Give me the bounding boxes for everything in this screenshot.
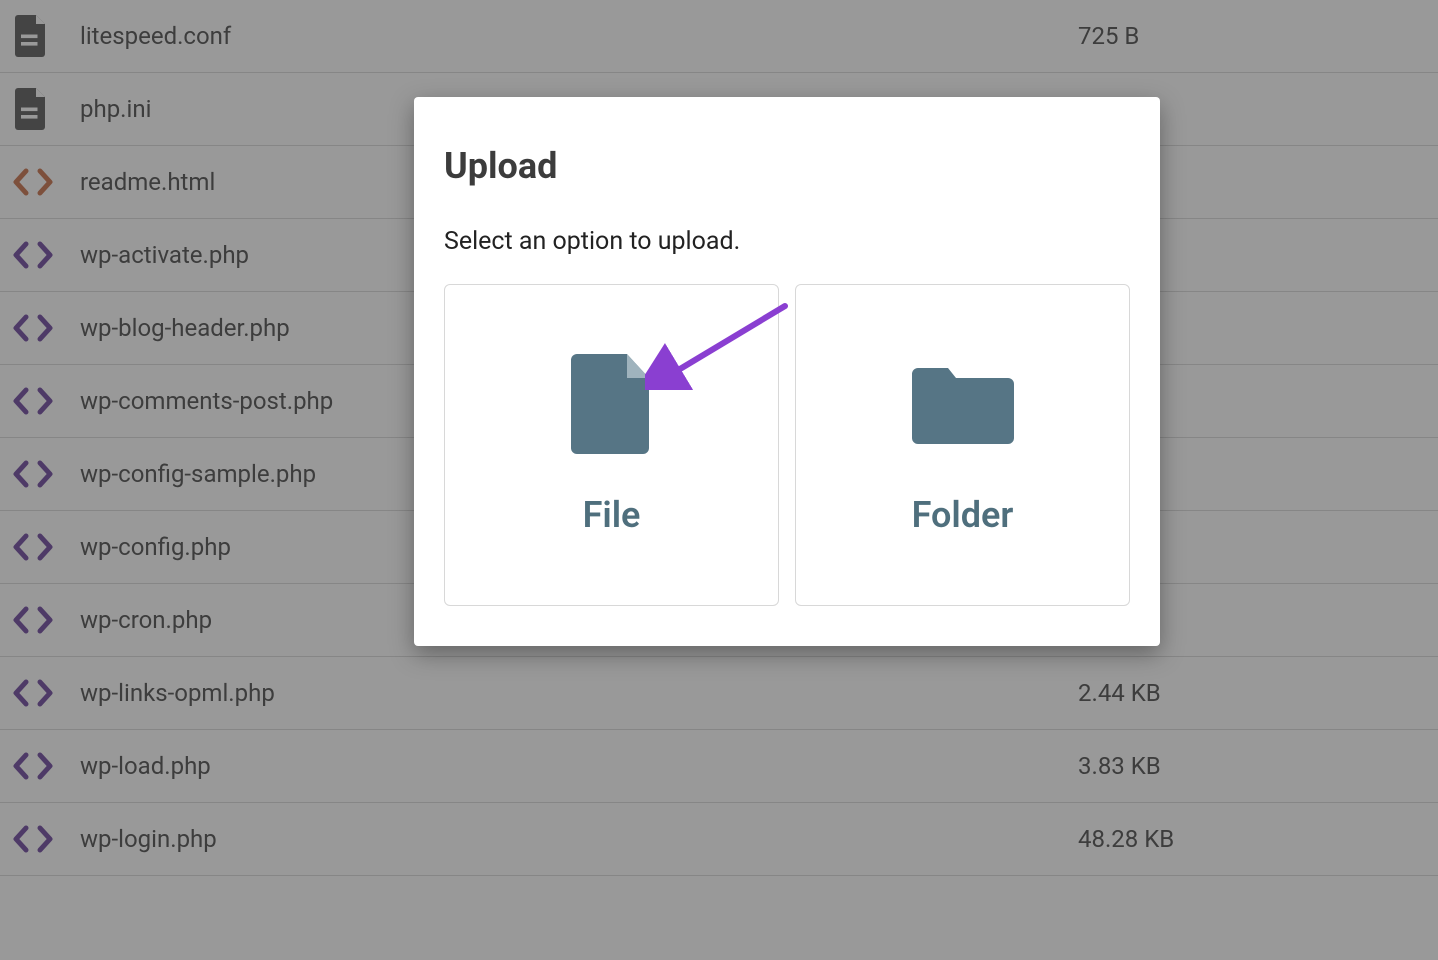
upload-file-option[interactable]: File [444, 284, 779, 606]
upload-file-label: File [583, 494, 641, 536]
upload-dialog: Upload Select an option to upload. File … [414, 97, 1160, 646]
dialog-subtitle: Select an option to upload. [444, 227, 1130, 256]
file-icon [571, 354, 653, 454]
upload-folder-label: Folder [912, 494, 1014, 536]
upload-folder-option[interactable]: Folder [795, 284, 1130, 606]
dialog-title: Upload [444, 145, 1130, 187]
upload-options: File Folder [444, 284, 1130, 606]
folder-icon [908, 354, 1018, 454]
